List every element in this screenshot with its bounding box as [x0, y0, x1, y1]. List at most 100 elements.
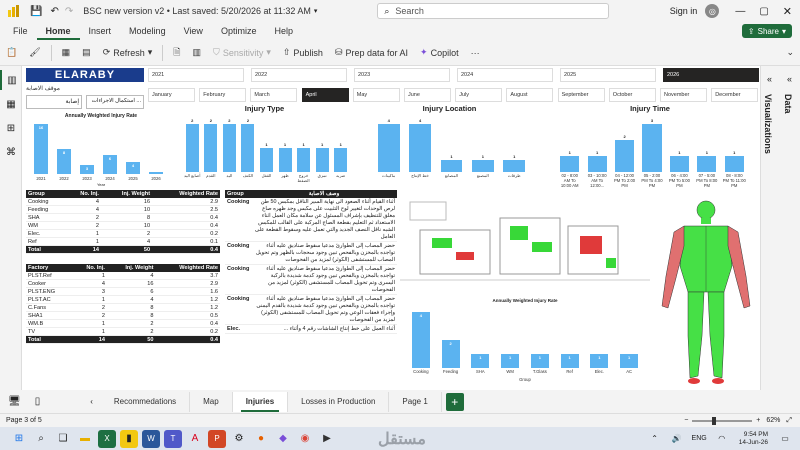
- chart-bar[interactable]: [334, 148, 348, 172]
- chrome-icon[interactable]: ◉: [296, 430, 314, 448]
- group-table-column-header[interactable]: Weighted Rate: [152, 190, 220, 198]
- media-icon[interactable]: ▶: [318, 430, 336, 448]
- chart-bar[interactable]: [503, 160, 526, 172]
- year-option-2026[interactable]: 2026: [663, 68, 759, 82]
- grid-view-button[interactable]: ▦: [56, 47, 77, 58]
- group-table-column-header[interactable]: No. Inj.: [64, 190, 101, 198]
- factory-table-row[interactable]: SHA1 2 8 0.5: [26, 311, 220, 320]
- zoom-slider[interactable]: [692, 416, 753, 425]
- factory-table-column-header[interactable]: Inj. Weight: [106, 264, 156, 272]
- share-button[interactable]: ⇪ Share ▾: [741, 24, 792, 38]
- refresh-button[interactable]: ⟳ Refresh ▾: [97, 47, 159, 58]
- factory-table-row[interactable]: C.Fans 2 8 1.2: [26, 303, 220, 312]
- settings-icon[interactable]: ⚙: [230, 430, 248, 448]
- volume-icon[interactable]: 🔊: [668, 430, 686, 448]
- word-icon[interactable]: W: [142, 429, 160, 448]
- annual-bar[interactable]: [34, 124, 48, 174]
- month-option-january[interactable]: January: [148, 88, 195, 102]
- year-option-2024[interactable]: 2024: [457, 68, 553, 82]
- language-indicator[interactable]: ENG: [692, 435, 707, 442]
- transform-button[interactable]: ▤: [76, 47, 97, 58]
- previous-page-icon[interactable]: ‹: [90, 397, 93, 406]
- report-view-icon[interactable]: ▥: [0, 70, 22, 90]
- year-option-2025[interactable]: 2025: [560, 68, 656, 82]
- teams-icon[interactable]: T: [164, 429, 182, 448]
- injury-type-chart[interactable]: Injury Type 2 أصابع اليد 2 القدم 2 اليد 2 الكتف 1…: [177, 104, 352, 192]
- publish-button[interactable]: ⇧ Publish: [277, 47, 329, 58]
- acrobat-icon[interactable]: A: [186, 430, 204, 448]
- month-option-february[interactable]: February: [199, 88, 247, 102]
- chart-bar[interactable]: [315, 148, 329, 172]
- desc-table-row[interactable]: Cooking حضر المصاب إلى الطوارئ مدعيا سقوط…: [225, 264, 397, 295]
- group-table[interactable]: Group No. Inj. Inj. Weight Weighted Rate Coo…: [26, 190, 220, 262]
- chart-bar[interactable]: [411, 312, 430, 368]
- desc-table-column-header[interactable]: وصف الاصابة: [251, 190, 397, 198]
- chart-bar[interactable]: [697, 156, 717, 172]
- prep-ai-button[interactable]: ⛁ Prep data for AI: [329, 47, 414, 58]
- new-visual-button[interactable]: 🗎: [167, 45, 186, 61]
- factory-table[interactable]: Factory No. Inj. Inj. Weight Weighted Rate P…: [26, 264, 220, 360]
- chart-bar[interactable]: [669, 156, 690, 172]
- month-option-september[interactable]: September: [557, 88, 605, 102]
- sensitivity-button[interactable]: ⛉ Sensitivity ▾: [207, 47, 277, 58]
- taskbar-search-icon[interactable]: ⌕: [32, 430, 50, 448]
- copilot-button[interactable]: ✦ Copilot: [414, 47, 465, 58]
- chart-bar[interactable]: [471, 160, 494, 172]
- expand-icon[interactable]: «: [787, 74, 792, 84]
- chart-bar[interactable]: [185, 124, 199, 172]
- format-painter-button[interactable]: 🖌: [23, 47, 46, 58]
- add-page-button[interactable]: +: [445, 392, 464, 411]
- zoom-in-icon[interactable]: +: [756, 417, 760, 424]
- month-option-july[interactable]: July: [455, 88, 503, 102]
- factory-table-column-header[interactable]: Factory: [26, 264, 73, 272]
- save-icon[interactable]: 💾: [30, 6, 42, 17]
- group-table-row[interactable]: Cooking 4 16 2.9: [26, 198, 220, 206]
- zoom-slider-thumb[interactable]: [712, 416, 717, 425]
- more-options-button[interactable]: ···: [465, 48, 486, 58]
- factory-table-column-header[interactable]: No. Inj.: [72, 264, 107, 272]
- chart-bar[interactable]: [278, 148, 292, 172]
- factory-table-row[interactable]: PLST.Ref 1 4 3.7: [26, 272, 220, 280]
- menu-file[interactable]: File: [4, 22, 37, 40]
- dax-view-icon[interactable]: ⌘: [0, 142, 22, 162]
- chart-bar[interactable]: [297, 148, 311, 172]
- desc-table-column-header[interactable]: Group: [225, 190, 251, 198]
- factory-table-column-header[interactable]: Weighted Rate: [155, 264, 220, 272]
- chevron-down-icon[interactable]: ▾: [314, 7, 318, 15]
- tab-page-1[interactable]: Page 1: [389, 391, 442, 412]
- factory-table-row[interactable]: WM.B 1 2 0.4: [26, 319, 220, 328]
- desc-table-row[interactable]: Cooking حضر المصاب إلى الطوارئ مدعيا سقوط…: [225, 294, 397, 325]
- desc-table-row[interactable]: Cooking حضر المصاب إلى الطوارئ مدعيا سقوط…: [225, 241, 397, 265]
- model-view-icon[interactable]: ⊞: [0, 118, 22, 138]
- month-option-august[interactable]: August: [506, 88, 554, 102]
- chart-bar[interactable]: [724, 156, 744, 172]
- factory-table-row[interactable]: PLST.ENG 3 6 1.6: [26, 287, 220, 296]
- chart-bar[interactable]: [204, 124, 218, 172]
- menu-insert[interactable]: Insert: [80, 22, 121, 40]
- month-option-may[interactable]: May: [352, 88, 400, 102]
- group-table-row[interactable]: Feeding 4 10 2.5: [26, 205, 220, 214]
- tab-recommendations[interactable]: Recommedations: [101, 391, 191, 412]
- firefox-icon[interactable]: ●: [252, 430, 270, 448]
- month-option-november[interactable]: November: [660, 88, 707, 102]
- search-input[interactable]: Search: [395, 6, 424, 16]
- minimize-icon[interactable]: —: [735, 6, 745, 17]
- task-view-icon[interactable]: ❑: [54, 430, 72, 448]
- month-option-october[interactable]: October: [608, 88, 656, 102]
- group-table-row[interactable]: Elec. 1 2 0.2: [26, 229, 220, 238]
- factory-table-row[interactable]: PLST.AC 1 4 1.2: [26, 295, 220, 304]
- powerpoint-icon[interactable]: P: [208, 429, 226, 448]
- chart-bar[interactable]: [260, 148, 273, 172]
- zoom-out-icon[interactable]: −: [684, 417, 688, 424]
- collapse-ribbon-button[interactable]: ⌄: [780, 47, 800, 58]
- group-table-row[interactable]: Ref 1 4 0.1: [26, 237, 220, 246]
- factory-table-row[interactable]: TV 1 2 0.2: [26, 327, 220, 336]
- chart-bar[interactable]: [409, 124, 432, 172]
- desc-table-row[interactable]: Cooking أثناء القيام أثناء الصعود الى نها…: [225, 198, 397, 242]
- month-option-june[interactable]: June: [404, 88, 451, 102]
- injury-description-table[interactable]: Group وصف الاصابة Cooking أثناء القيام أثنا…: [225, 190, 397, 386]
- tray-chevron-icon[interactable]: ⌃: [646, 430, 664, 448]
- paste-button[interactable]: 📋: [0, 47, 23, 58]
- powerbi-taskbar-icon[interactable]: ▮: [120, 429, 138, 448]
- wifi-icon[interactable]: ◠: [713, 430, 731, 448]
